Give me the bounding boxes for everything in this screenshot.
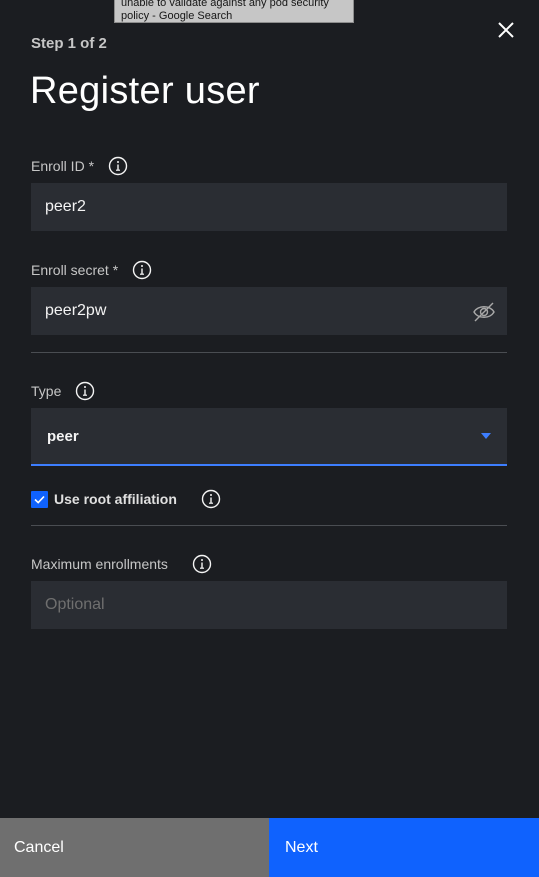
divider (31, 525, 507, 526)
enroll-id-label-row: Enroll ID * (31, 156, 128, 176)
enroll-id-input[interactable] (31, 183, 507, 231)
root-affiliation-row: Use root affiliation (31, 489, 221, 509)
divider (31, 352, 507, 353)
tooltip-line-2: policy - Google Search (121, 10, 233, 22)
step-indicator: Step 1 of 2 (31, 35, 107, 52)
info-icon[interactable] (132, 260, 152, 280)
browser-tooltip: unable to validate against any pod secur… (114, 0, 354, 23)
root-affiliation-checkbox[interactable] (31, 490, 48, 508)
max-enrollments-label: Maximum enrollments (31, 556, 168, 572)
info-icon[interactable] (75, 381, 95, 401)
tooltip-line-1: unable to validate against any pod secur… (121, 0, 329, 9)
next-button[interactable]: Next (269, 818, 539, 877)
type-select[interactable]: peer (31, 408, 507, 466)
root-affiliation-label[interactable]: Use root affiliation (54, 491, 177, 507)
close-icon[interactable] (494, 18, 518, 42)
enroll-secret-label-row: Enroll secret * (31, 260, 152, 280)
type-select-value: peer (47, 427, 79, 445)
info-icon[interactable] (201, 489, 221, 509)
type-label-row: Type (31, 381, 95, 401)
type-label: Type (31, 383, 62, 399)
enroll-secret-input[interactable] (31, 287, 507, 335)
cancel-button[interactable]: Cancel (0, 818, 269, 877)
page-title: Register user (30, 70, 260, 112)
eye-off-icon[interactable] (471, 299, 497, 325)
info-icon[interactable] (192, 554, 212, 574)
footer-actions: Cancel Next (0, 818, 539, 877)
checkmark-icon (34, 495, 45, 504)
info-icon[interactable] (108, 156, 128, 176)
max-enrollments-label-row: Maximum enrollments (31, 554, 212, 574)
max-enrollments-input[interactable] (31, 581, 507, 629)
caret-down-icon (481, 433, 491, 439)
enroll-id-label: Enroll ID * (31, 158, 95, 174)
enroll-secret-label: Enroll secret * (31, 262, 119, 278)
